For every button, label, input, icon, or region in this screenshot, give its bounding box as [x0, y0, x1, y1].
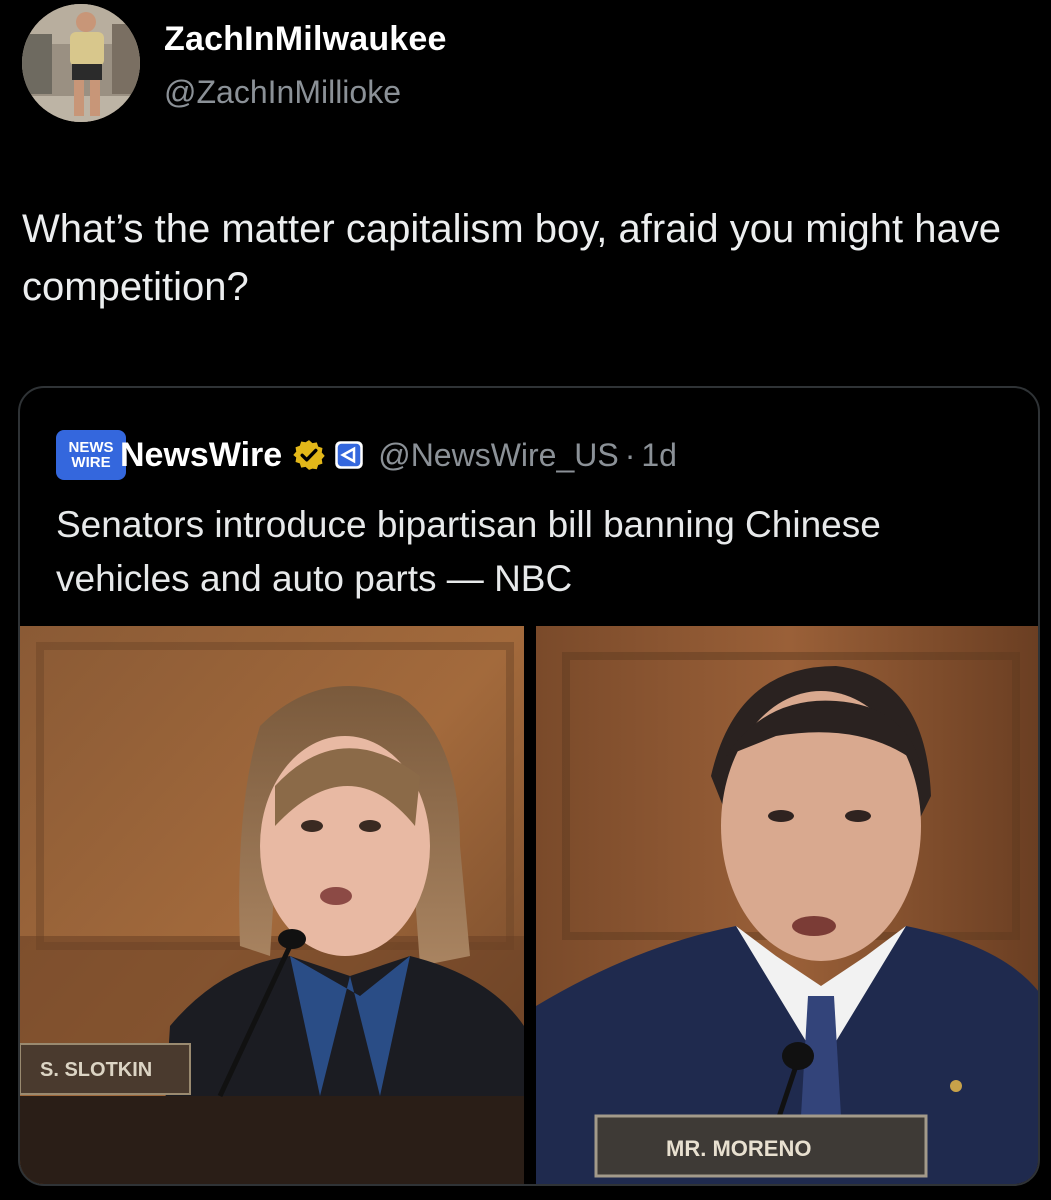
photo-right[interactable]: MR. MORENO [536, 626, 1038, 1184]
separator-dot: · [624, 436, 636, 473]
quoted-timestamp[interactable]: 1d [641, 437, 677, 474]
quoted-display-name[interactable]: NewsWire [120, 436, 282, 475]
author-display-name[interactable]: ZachInMilwaukee [164, 20, 447, 59]
senator-slotkin-photo: S. SLOTKIN [20, 626, 524, 1184]
quoted-media-grid[interactable]: S. SLOTKIN MR. MORENO [20, 626, 1038, 1184]
nameplate-moreno: MR. MORENO [666, 1136, 811, 1161]
affiliate-badge-icon [335, 441, 363, 469]
quoted-tweet-card[interactable]: NEWS WIRE NewsWire @NewsWire_US · 1d Sen… [18, 386, 1040, 1186]
verified-badge-icon [293, 440, 325, 470]
quoted-tweet-header: NewsWire @NewsWire_US · 1d [120, 430, 677, 480]
senator-moreno-photo: MR. MORENO [536, 626, 1038, 1184]
tweet[interactable]: ZachInMilwaukee @ZachInMillioke What’s t… [0, 0, 1051, 1200]
quoted-tweet-text: Senators introduce bipartisan bill banni… [56, 504, 881, 599]
author-avatar[interactable] [22, 4, 140, 122]
nameplate-slotkin: S. SLOTKIN [40, 1059, 152, 1081]
newswire-logo-line2: WIRE [71, 454, 111, 471]
avatar-photo [22, 4, 140, 122]
author-handle[interactable]: @ZachInMillioke [164, 74, 401, 111]
photo-left[interactable]: S. SLOTKIN [20, 626, 524, 1184]
newswire-logo-line1: NEWS [68, 439, 114, 456]
newswire-avatar[interactable]: NEWS WIRE [56, 430, 126, 480]
tweet-text: What’s the matter capitalism boy, afraid… [22, 207, 1001, 309]
quoted-handle[interactable]: @NewsWire_US [378, 437, 619, 474]
